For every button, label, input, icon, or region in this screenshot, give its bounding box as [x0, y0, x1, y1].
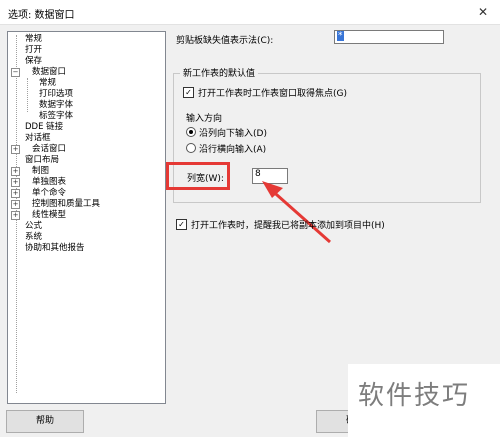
radio-down-label: 沿列向下输入(D): [199, 129, 267, 139]
tree-line-sub: [27, 78, 28, 112]
tree-item[interactable]: 保存: [25, 56, 42, 67]
radio-selected-dot: [189, 130, 193, 134]
expand-icon[interactable]: +: [11, 211, 20, 220]
column-width-value: 8: [255, 169, 261, 179]
tree-item[interactable]: 常规: [39, 78, 56, 89]
tree-item[interactable]: 控制图和质量工具: [32, 199, 100, 210]
watermark-text: 软件技巧: [358, 381, 471, 411]
radio-down[interactable]: [186, 127, 196, 137]
tree-item[interactable]: 数据窗口: [32, 67, 66, 78]
remind-checkbox[interactable]: ✓: [176, 219, 187, 230]
radio-across-label: 沿行横向输入(A): [199, 145, 267, 155]
tree-item[interactable]: 单个命令: [32, 188, 66, 199]
title-bar: 选项: 数据窗口 ✕: [0, 0, 500, 25]
clipboard-missing-input[interactable]: *: [334, 30, 444, 44]
close-button[interactable]: ✕: [472, 2, 494, 22]
focus-checkbox-label: 打开工作表时工作表窗口取得焦点(G): [198, 89, 347, 99]
expand-icon[interactable]: +: [11, 189, 20, 198]
window-title: 选项: 数据窗口: [8, 10, 75, 21]
tree-item[interactable]: 数据字体: [39, 100, 73, 111]
collapse-icon[interactable]: −: [11, 68, 20, 77]
help-button[interactable]: 帮助: [6, 410, 84, 433]
column-width-label: 列宽(W):: [187, 174, 224, 184]
tree-item[interactable]: 公式: [25, 221, 42, 232]
tree-item[interactable]: 协助和其他报告: [25, 243, 85, 254]
clipboard-missing-label: 剪贴板缺失值表示法(C):: [176, 36, 274, 46]
tree-item[interactable]: 线性模型: [32, 210, 66, 221]
tree-item[interactable]: 单独图表: [32, 177, 66, 188]
tree-item[interactable]: 制图: [32, 166, 49, 177]
expand-icon[interactable]: +: [11, 167, 20, 176]
tree-item[interactable]: 会话窗口: [32, 144, 66, 155]
tree-item[interactable]: 打开: [25, 45, 42, 56]
expand-icon[interactable]: +: [11, 145, 20, 154]
radio-across[interactable]: [186, 143, 196, 153]
direction-label: 输入方向: [186, 114, 223, 124]
tree-item[interactable]: 窗口布局: [25, 155, 59, 166]
group-title: 新工作表的默认值: [180, 66, 259, 79]
expand-icon[interactable]: +: [11, 178, 20, 187]
tree-item[interactable]: DDE 链接: [25, 122, 63, 133]
options-tree[interactable]: 常规 打开 保存 数据窗口 − 常规 打印选项 数据字体 标签字体 DDE 链接 对话框 会话窗口 + 窗…: [7, 31, 166, 404]
tree-item[interactable]: 对话框: [25, 133, 51, 144]
tree-item[interactable]: 常规: [25, 34, 42, 45]
expand-icon[interactable]: +: [11, 200, 20, 209]
tree-item[interactable]: 标签字体: [39, 111, 73, 122]
focus-checkbox[interactable]: ✓: [183, 87, 194, 98]
tree-item[interactable]: 系统: [25, 232, 42, 243]
tree-item[interactable]: 打印选项: [39, 89, 73, 100]
column-width-input[interactable]: 8: [252, 168, 288, 184]
clipboard-missing-value: *: [337, 31, 344, 41]
remind-checkbox-label: 打开工作表时，提醒我已将副本添加到项目中(H): [191, 221, 385, 231]
